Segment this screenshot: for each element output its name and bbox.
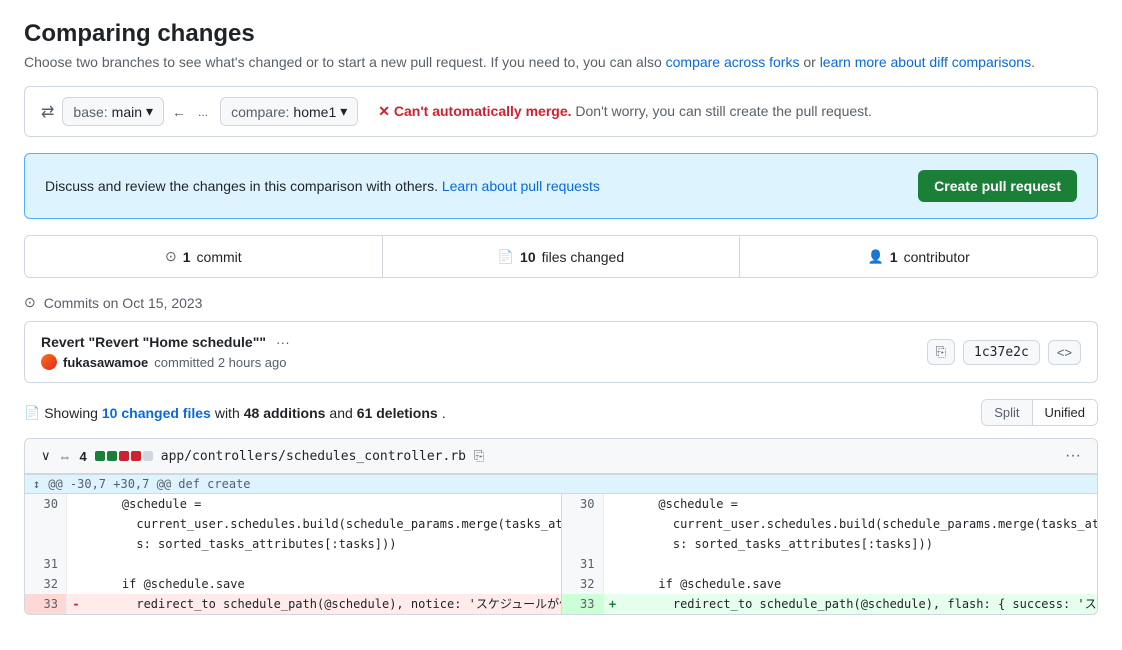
base-label: base:	[73, 104, 107, 120]
files-changed-stat: 📄 10 files changed	[383, 237, 741, 277]
split-view-button[interactable]: Split	[982, 400, 1032, 425]
diff-right-row-30c: s: sorted_tasks_attributes[:tasks]))	[562, 534, 1098, 554]
page-subtitle: Choose two branches to see what's change…	[24, 54, 1098, 70]
commit-hash: 1c37e2c	[963, 340, 1040, 365]
commits-header-icon: ⊙	[24, 294, 36, 311]
hunk-expand-icon[interactable]: ↕	[33, 477, 40, 491]
commit-icon: ⊙	[165, 248, 177, 265]
showing-bar: 📄 Showing 10 changed files with 48 addit…	[24, 399, 1098, 426]
diff-bar-3	[119, 451, 129, 461]
create-pull-request-button[interactable]: Create pull request	[918, 170, 1077, 202]
commit-title: Revert "Revert "Home schedule"" ···	[41, 334, 290, 350]
diff-left-row-30: 30 @schedule =	[25, 494, 561, 514]
compare-branch-select[interactable]: compare: home1 ▾	[220, 97, 358, 126]
compare-across-forks-link[interactable]: compare across forks	[666, 54, 800, 70]
commits-stat: ⊙ 1 commit	[25, 236, 383, 277]
diff-change-count: 4	[80, 449, 87, 464]
view-toggle: Split Unified	[981, 399, 1098, 426]
diff-more-button[interactable]: ···	[1065, 447, 1081, 465]
page-title: Comparing changes	[24, 20, 1098, 48]
diff-left-row-33: 33 - redirect_to schedule_path(@schedule…	[25, 594, 561, 614]
merge-info-text: Don't worry, you can still create the pu…	[575, 103, 872, 119]
compare-branch-name: home1	[293, 104, 336, 120]
diff-bars	[95, 451, 153, 461]
contributors-stat: 👤 1 contributor	[740, 237, 1097, 277]
branch-bar: ⇄ base: main ▾ ← ... compare: home1 ▾ ✕ …	[24, 86, 1098, 137]
diff-right-side: 30 @schedule = current_user.schedules.bu…	[561, 494, 1098, 614]
compare-label: compare:	[231, 104, 289, 120]
diff-right-row-30: 30 @schedule =	[562, 494, 1098, 514]
changed-files-link[interactable]: 10 changed files	[102, 405, 211, 421]
diff-bar-1	[95, 451, 105, 461]
commits-date: Commits on Oct 15, 2023	[44, 295, 203, 311]
merge-warning-text: ✕ Can't automatically merge.	[378, 103, 571, 119]
branch-more-button[interactable]: ...	[194, 103, 212, 121]
diff-expand-icon: ⇔	[59, 449, 72, 464]
diff-container: ∨ ⇔ 4 app/controllers/schedules_controll…	[24, 438, 1098, 615]
split-diff: 30 @schedule = current_user.schedules.bu…	[25, 494, 1097, 614]
info-box: Discuss and review the changes in this c…	[24, 153, 1098, 219]
author-avatar	[41, 354, 57, 370]
file-icon-small: 📄	[24, 405, 40, 421]
browse-code-button[interactable]: <>	[1048, 340, 1081, 365]
commits-header: ⊙ Commits on Oct 15, 2023	[24, 294, 1098, 311]
diff-header-left: ∨ ⇔ 4 app/controllers/schedules_controll…	[41, 448, 484, 464]
contributor-icon: 👤	[868, 249, 884, 265]
copy-commit-button[interactable]: ⎘	[927, 339, 955, 365]
copy-path-icon[interactable]: ⎘	[474, 448, 484, 464]
diff-right-row-32: 32 if @schedule.save	[562, 574, 1098, 594]
switch-branches-icon[interactable]: ⇄	[41, 102, 54, 122]
base-branch-name: main	[112, 104, 142, 120]
diff-bar-2	[107, 451, 117, 461]
commit-info: Revert "Revert "Home schedule"" ··· fuka…	[41, 334, 290, 370]
commit-card: Revert "Revert "Home schedule"" ··· fuka…	[24, 321, 1098, 383]
info-box-text: Discuss and review the changes in this c…	[45, 178, 600, 194]
commit-author-link[interactable]: fukasawamoe	[63, 355, 148, 370]
diff-right-row-30b: current_user.schedules.build(schedule_pa…	[562, 514, 1098, 534]
branch-arrow-icon: ←	[172, 104, 186, 120]
diff-bar-4	[131, 451, 141, 461]
diff-right-row-33: 33 + redirect_to schedule_path(@schedule…	[562, 594, 1098, 614]
unified-view-button[interactable]: Unified	[1033, 400, 1097, 425]
compare-branch-chevron: ▾	[340, 103, 347, 120]
diff-collapse-chevron[interactable]: ∨	[41, 448, 51, 464]
base-branch-chevron: ▾	[146, 103, 153, 120]
diff-body: 30 @schedule = current_user.schedules.bu…	[25, 494, 1097, 614]
diff-header-right: ···	[1065, 447, 1081, 465]
diff-filepath: app/controllers/schedules_controller.rb	[161, 449, 466, 464]
diff-left-row-30b: current_user.schedules.build(schedule_pa…	[25, 514, 561, 534]
diff-left-side: 30 @schedule = current_user.schedules.bu…	[25, 494, 561, 614]
diff-bar-5	[143, 451, 153, 461]
commit-meta: fukasawamoe committed 2 hours ago	[41, 354, 290, 370]
commit-actions: ⎘ 1c37e2c <>	[927, 339, 1081, 365]
diff-left-row-30c: s: sorted_tasks_attributes[:tasks]))	[25, 534, 561, 554]
diff-file-header: ∨ ⇔ 4 app/controllers/schedules_controll…	[25, 439, 1097, 474]
diff-left-row-32: 32 if @schedule.save	[25, 574, 561, 594]
stats-bar: ⊙ 1 commit 📄 10 files changed 👤 1 contri…	[24, 235, 1098, 278]
learn-about-pull-requests-link[interactable]: Learn about pull requests	[442, 178, 600, 194]
showing-text: 📄 Showing 10 changed files with 48 addit…	[24, 405, 446, 421]
diff-hunk-header: ↕ @@ -30,7 +30,7 @@ def create	[25, 474, 1097, 494]
diff-left-row-31: 31	[25, 554, 561, 574]
file-icon: 📄	[498, 249, 514, 265]
diff-right-row-31: 31	[562, 554, 1098, 574]
commits-section: ⊙ Commits on Oct 15, 2023 Revert "Revert…	[24, 294, 1098, 383]
base-branch-select[interactable]: base: main ▾	[62, 97, 164, 126]
learn-more-link[interactable]: learn more about diff comparisons	[820, 54, 1031, 70]
